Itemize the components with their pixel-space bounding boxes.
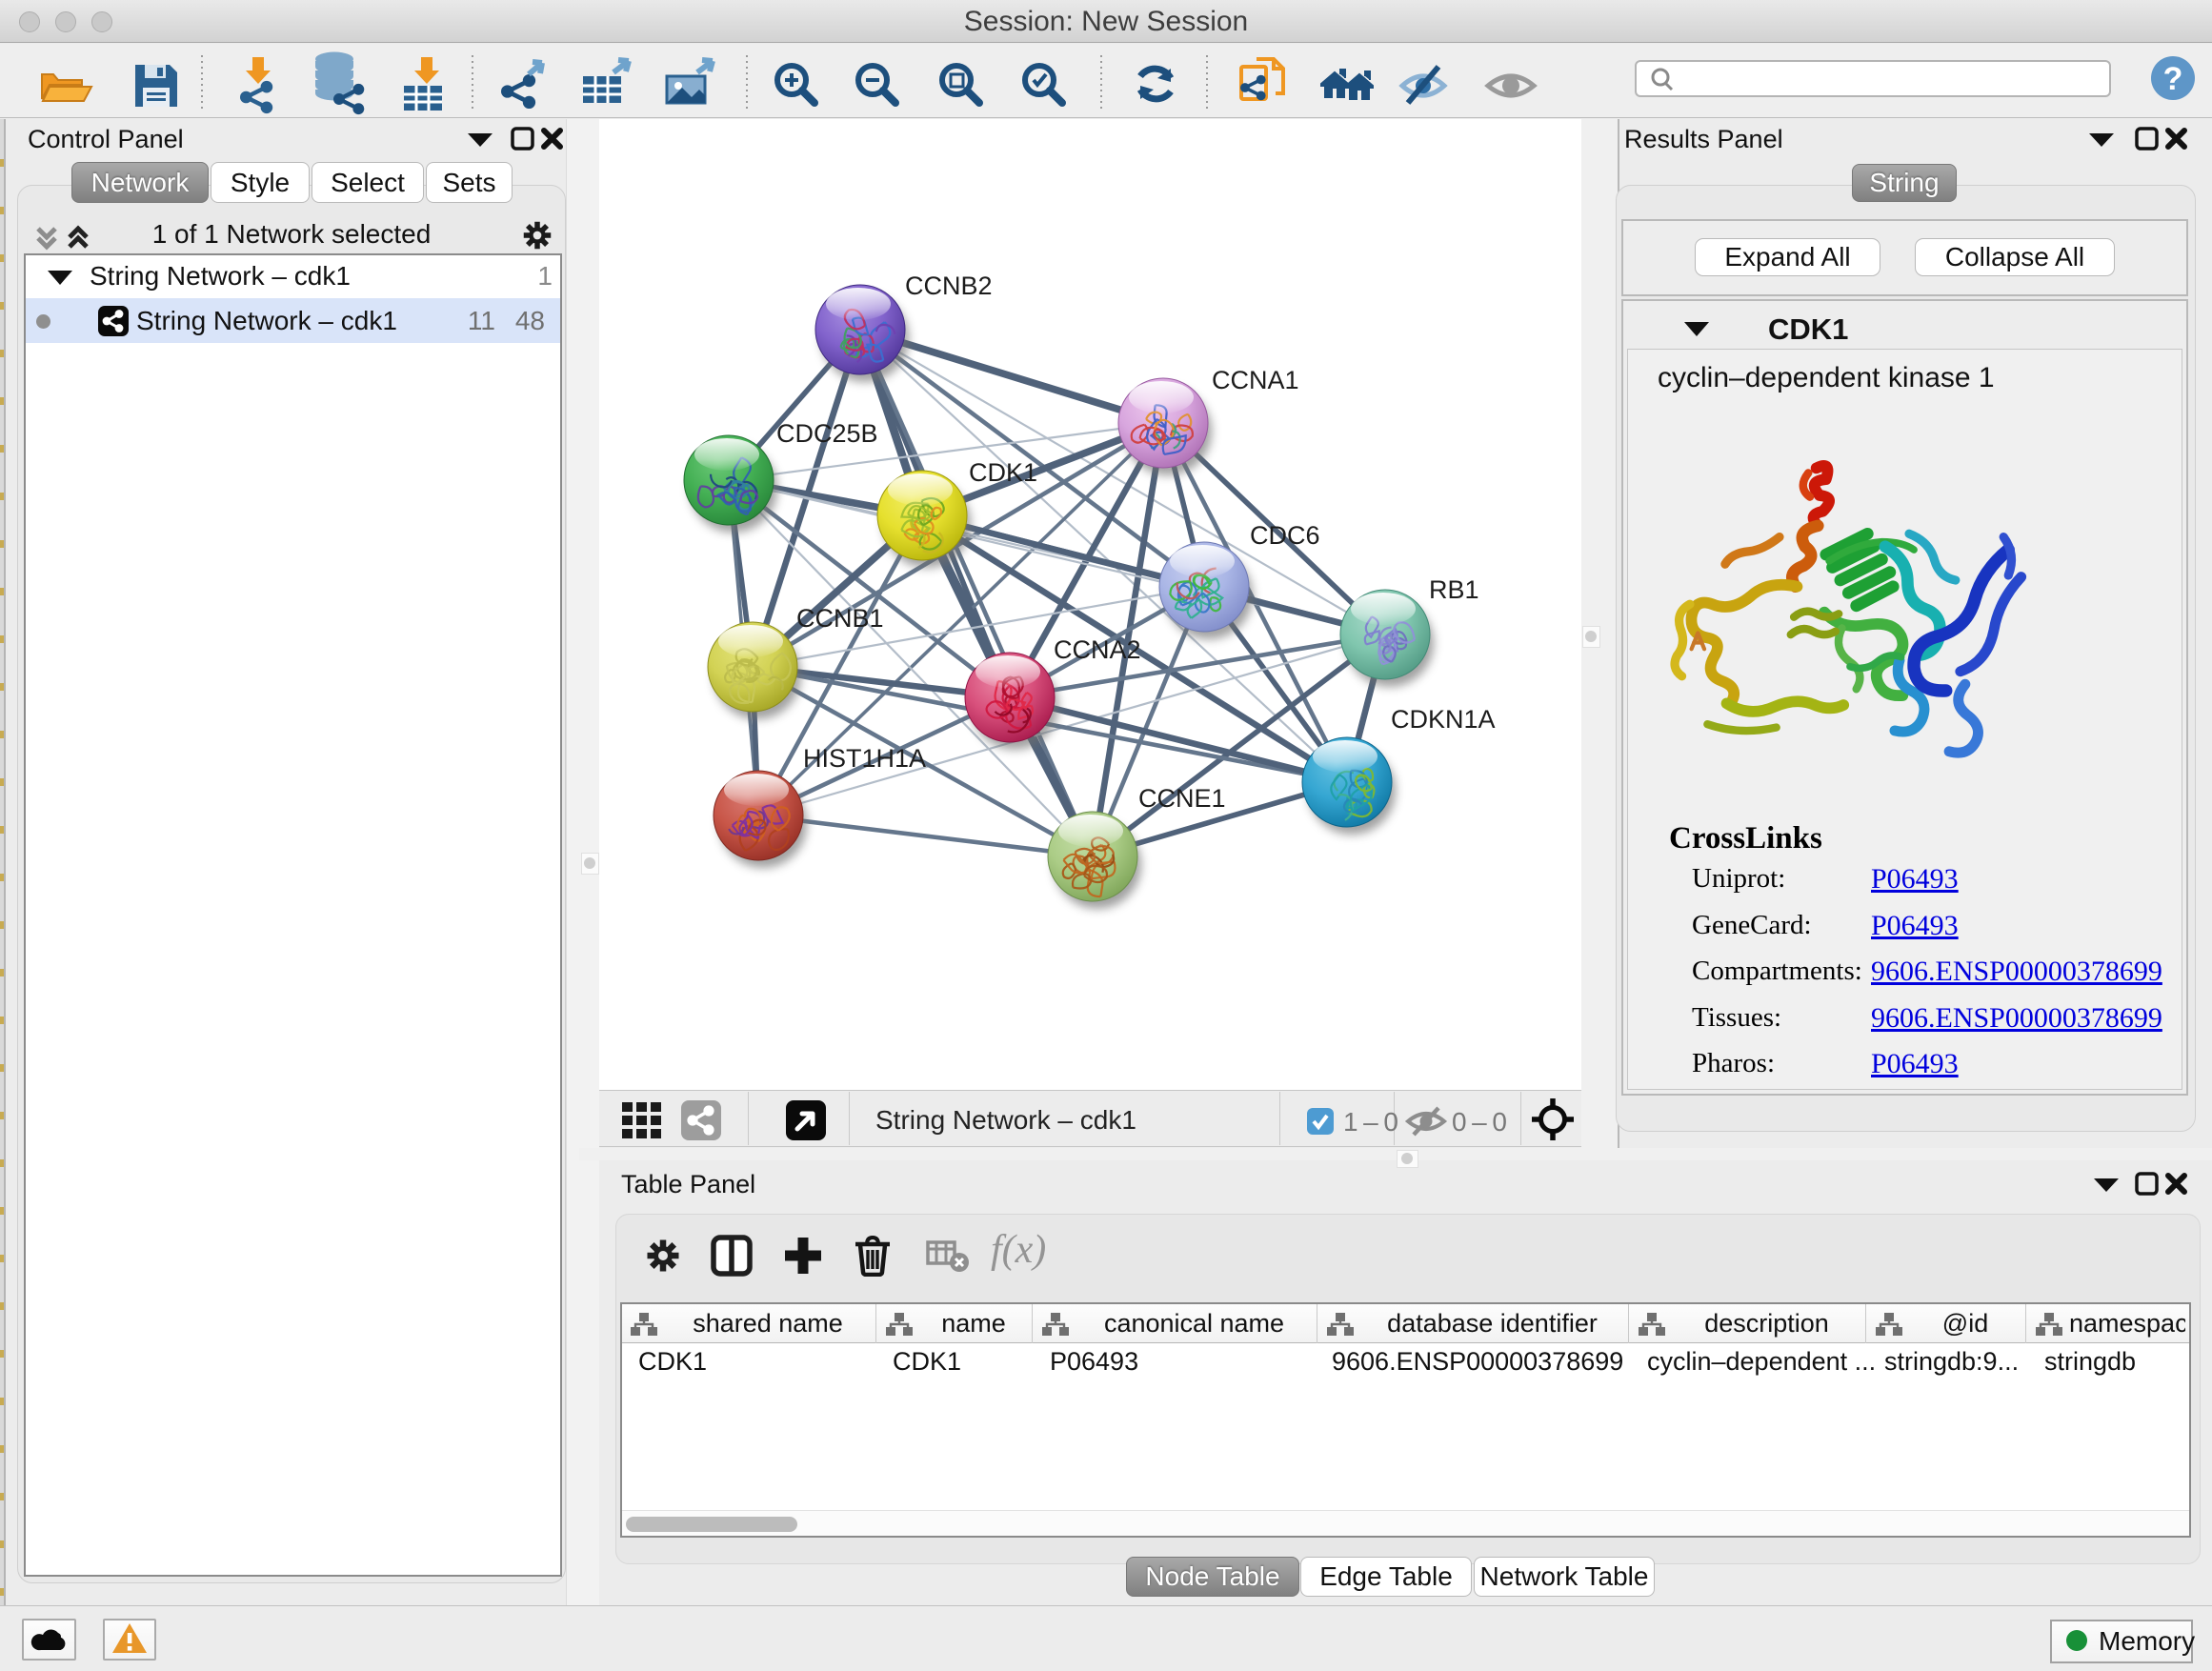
svg-text:?: ? bbox=[2163, 61, 2183, 97]
svg-text:CCNB2: CCNB2 bbox=[905, 272, 993, 300]
svg-text:CCNE1: CCNE1 bbox=[1138, 784, 1226, 813]
svg-text:CDC6: CDC6 bbox=[1250, 521, 1320, 550]
svg-text:CDK1: CDK1 bbox=[969, 458, 1037, 487]
svg-text:HIST1H1A: HIST1H1A bbox=[803, 744, 926, 773]
svg-text:CCNB1: CCNB1 bbox=[796, 604, 884, 633]
svg-text:CCNA1: CCNA1 bbox=[1212, 366, 1299, 394]
svg-text:RB1: RB1 bbox=[1429, 575, 1479, 604]
svg-text:CDC25B: CDC25B bbox=[776, 419, 878, 448]
svg-text:CDKN1A: CDKN1A bbox=[1391, 705, 1496, 734]
svg-text:CCNA2: CCNA2 bbox=[1054, 635, 1141, 664]
